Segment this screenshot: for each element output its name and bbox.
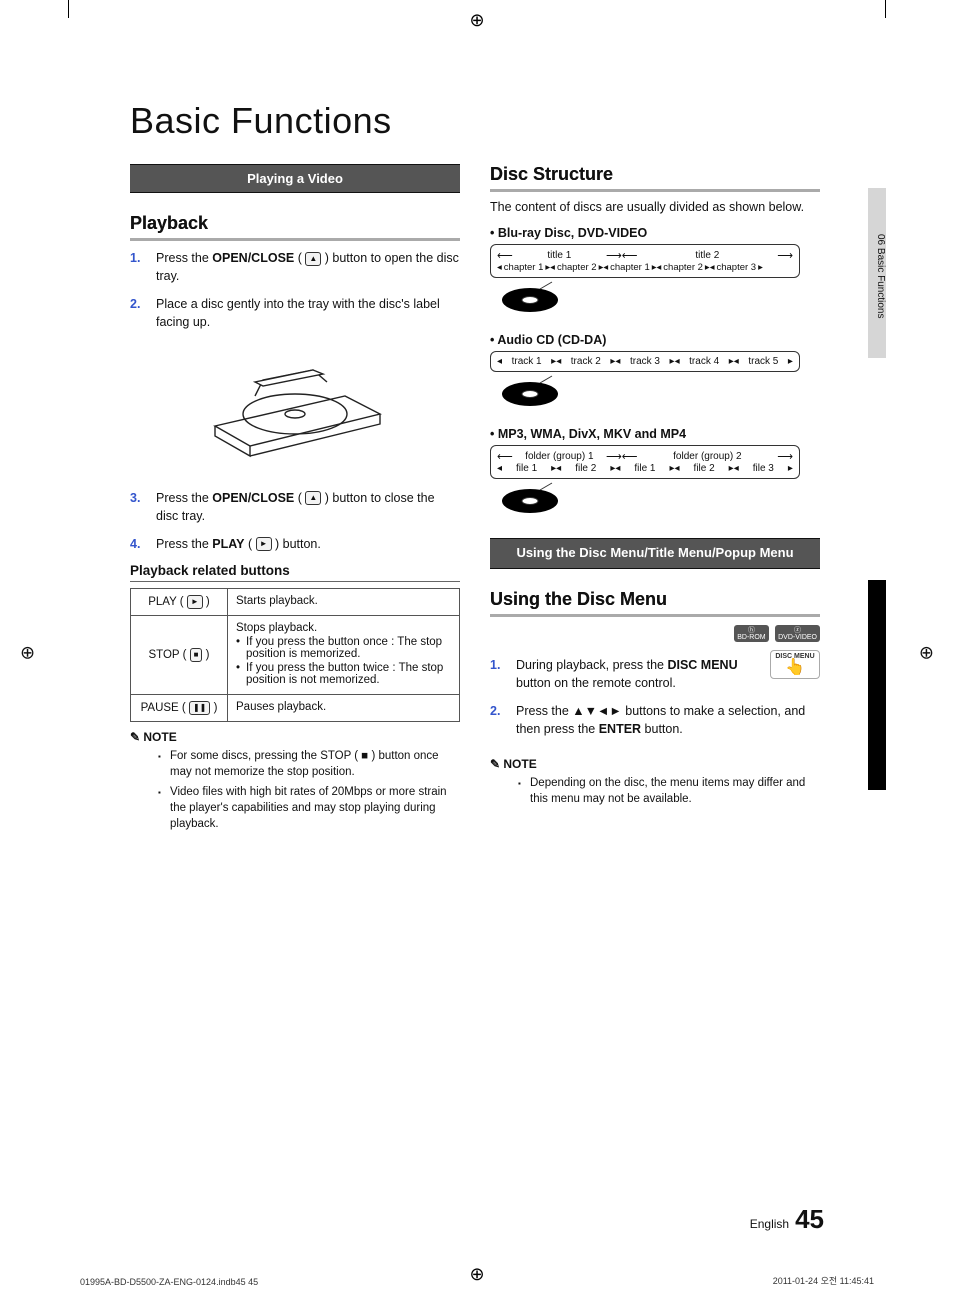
format-badges: ⓗBD-ROM ⓩDVD-VIDEO: [732, 625, 820, 644]
disc-icon: [500, 481, 820, 526]
list-item: 4. Press the PLAY ( ► ) button.: [130, 535, 460, 553]
ds-bd-head: Blu-ray Disc, DVD-VIDEO: [490, 226, 820, 240]
play-icon: ►: [256, 537, 272, 551]
heading-using-disc-menu: Using the Disc Menu: [490, 589, 820, 617]
disc-icon: [500, 280, 820, 325]
note-heading: NOTE: [490, 757, 820, 771]
step-number: 1.: [490, 656, 506, 692]
heading-disc-structure: Disc Structure: [490, 164, 820, 192]
banner-disc-menu: Using the Disc Menu/Title Menu/Popup Men…: [490, 538, 820, 569]
list-item: 3. Press the OPEN/CLOSE ( ▲ ) button to …: [130, 489, 460, 525]
ds-file-head: MP3, WMA, DivX, MKV and MP4: [490, 427, 820, 441]
remote-disc-menu-icon: DISC MENU 👆: [770, 650, 820, 679]
note-list-left: For some discs, pressing the STOP ( ■ ) …: [130, 748, 460, 832]
ds-bd-diagram: ⟵ title 1 ⟶⟵ title 2 ⟶ ◂chapter 1▸◂chapt…: [490, 244, 800, 278]
list-item: Video files with high bit rates of 20Mbp…: [158, 784, 460, 832]
list-item: 1. During playback, press the DISC MENU …: [490, 656, 762, 692]
ds-file-diagram: ⟵ folder (group) 1 ⟶⟵ folder (group) 2 ⟶…: [490, 445, 800, 479]
banner-playing-video: Playing a Video: [130, 164, 460, 193]
side-black-bar: [868, 580, 886, 790]
play-icon: ►: [187, 595, 203, 609]
print-footer-left: 01995A-BD-D5500-ZA-ENG-0124.indb45 45: [80, 1277, 258, 1287]
list-item: For some discs, pressing the STOP ( ■ ) …: [158, 748, 460, 780]
step-number: 3.: [130, 489, 146, 525]
note-list-right: Depending on the disc, the menu items ma…: [490, 775, 820, 807]
list-item: If you press the button twice : The stop…: [236, 662, 451, 686]
side-tab: 06 Basic Functions: [868, 188, 886, 358]
page-title: Basic Functions: [130, 100, 844, 142]
registration-mark-top: ⊕: [469, 10, 484, 31]
pause-icon: ❚❚: [189, 701, 210, 715]
subheading-playback-buttons: Playback related buttons: [130, 563, 460, 582]
registration-mark-right: ⊕: [919, 642, 934, 663]
table-row: PAUSE ( ❚❚ ) Pauses playback.: [131, 694, 460, 721]
ds-cd-diagram: ◂track 1▸◂track 2▸◂track 3▸◂track 4▸◂tra…: [490, 351, 800, 372]
list-item: 2. Press the ▲▼◄► buttons to make a sele…: [490, 702, 820, 738]
disc-structure-intro: The content of discs are usually divided…: [490, 198, 820, 216]
table-row: STOP ( ■ ) Stops playback. If you press …: [131, 615, 460, 694]
eject-icon: ▲: [305, 491, 321, 505]
list-item: 1. Press the OPEN/CLOSE ( ▲ ) button to …: [130, 249, 460, 285]
registration-mark-left: ⊕: [20, 642, 35, 663]
step-number: 2.: [490, 702, 506, 738]
badge-bdrom: ⓗBD-ROM: [734, 625, 768, 642]
step-number: 4.: [130, 535, 146, 553]
playback-buttons-table: PLAY ( ► ) Starts playback. STOP ( ■ ) S…: [130, 588, 460, 722]
print-footer-right: 2011-01-24 오전 11:45:41: [773, 1274, 874, 1287]
list-item: Depending on the disc, the menu items ma…: [518, 775, 820, 807]
playback-steps-cont: 3. Press the OPEN/CLOSE ( ▲ ) button to …: [130, 489, 460, 553]
list-item: 2. Place a disc gently into the tray wit…: [130, 295, 460, 331]
table-row: PLAY ( ► ) Starts playback.: [131, 588, 460, 615]
disc-icon: [500, 374, 820, 419]
stop-icon: ■: [190, 648, 203, 662]
note-heading: NOTE: [130, 730, 460, 744]
registration-mark-bottom: ⊕: [469, 1264, 484, 1285]
step-number: 1.: [130, 249, 146, 285]
list-item: If you press the button once : The stop …: [236, 636, 451, 660]
page-footer: English45: [750, 1204, 824, 1235]
disc-tray-illustration: [195, 342, 395, 477]
step-number: 2.: [130, 295, 146, 331]
crop-tick: [885, 0, 886, 18]
ds-cd-head: Audio CD (CD-DA): [490, 333, 820, 347]
badge-dvdvideo: ⓩDVD-VIDEO: [775, 625, 820, 642]
crop-tick: [68, 0, 69, 18]
eject-icon: ▲: [305, 252, 321, 266]
playback-steps: 1. Press the OPEN/CLOSE ( ▲ ) button to …: [130, 249, 460, 332]
heading-playback: Playback: [130, 213, 460, 241]
